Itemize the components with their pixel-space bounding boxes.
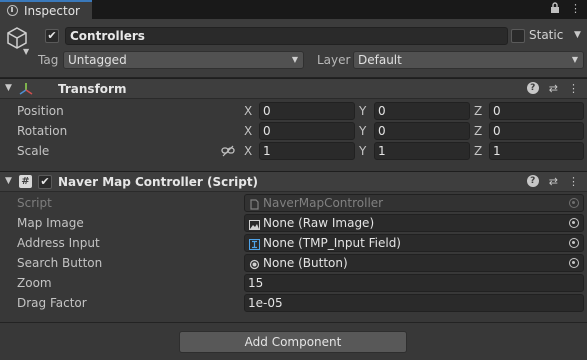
scale-z-field[interactable]: 1 xyxy=(489,142,584,160)
script-field: NaverMapController xyxy=(244,194,584,212)
scale-x-field[interactable]: 1 xyxy=(259,142,355,160)
axis-y-label[interactable]: Y xyxy=(359,124,366,138)
component-enabled-checkbox[interactable]: ✔ xyxy=(38,175,52,189)
preset-icon[interactable]: ⇄ xyxy=(549,82,558,95)
script-component-tools: ? ⇄ ⋮ xyxy=(526,175,579,188)
transform-icon xyxy=(19,82,33,99)
axis-x-label[interactable]: X xyxy=(244,104,252,118)
object-picker-icon[interactable] xyxy=(569,258,579,268)
window-tools: ⋮ xyxy=(550,2,581,16)
script-component-header[interactable]: ▼ # ✔ Naver Map Controller (Script) ? ⇄ … xyxy=(0,171,587,192)
kebab-menu-icon[interactable]: ⋮ xyxy=(568,82,579,95)
position-y-field[interactable]: 0 xyxy=(374,102,470,120)
preset-icon[interactable]: ⇄ xyxy=(549,175,558,188)
axis-z-label[interactable]: Z xyxy=(474,124,482,138)
script-value: NaverMapController xyxy=(263,196,384,210)
axis-x-label[interactable]: X xyxy=(244,124,252,138)
kebab-menu-icon[interactable]: ⋮ xyxy=(568,175,579,188)
object-picker-icon[interactable] xyxy=(569,218,579,228)
add-component-button[interactable]: Add Component xyxy=(179,331,407,353)
tab-inspector-label: Inspector xyxy=(24,3,80,18)
button-component-icon xyxy=(249,258,260,270)
active-checkbox[interactable]: ✔ xyxy=(45,29,59,43)
zoom-field[interactable]: 15 xyxy=(244,274,584,292)
gameobject-name-field[interactable]: Controllers xyxy=(65,27,508,45)
constrain-link-icon[interactable] xyxy=(221,145,235,160)
scale-label: Scale xyxy=(17,144,50,158)
divider xyxy=(0,322,587,323)
position-label: Position xyxy=(17,104,64,118)
axis-y-label[interactable]: Y xyxy=(359,104,366,118)
axis-z-label[interactable]: Z xyxy=(474,144,482,158)
address-input-value: None (TMP_Input Field) xyxy=(263,236,401,250)
info-icon xyxy=(7,5,18,16)
input-field-icon xyxy=(249,238,260,250)
rotation-x-field[interactable]: 0 xyxy=(259,122,355,140)
zoom-label: Zoom xyxy=(17,276,52,290)
help-icon[interactable]: ? xyxy=(526,82,539,94)
foldout-arrow-icon[interactable]: ▼ xyxy=(5,83,12,93)
rotation-label: Rotation xyxy=(17,124,68,138)
help-icon[interactable]: ? xyxy=(526,175,539,187)
position-x-field[interactable]: 0 xyxy=(259,102,355,120)
search-button-label: Search Button xyxy=(17,256,103,270)
drag-factor-label: Drag Factor xyxy=(17,296,87,310)
tag-value: Untagged xyxy=(68,53,127,67)
script-component-title: Naver Map Controller (Script) xyxy=(58,175,259,189)
scale-y-field[interactable]: 1 xyxy=(374,142,470,160)
static-label: Static xyxy=(529,28,564,42)
transform-title: Transform xyxy=(58,82,127,96)
address-input-field[interactable]: None (TMP_Input Field) xyxy=(244,234,584,252)
tag-label: Tag xyxy=(38,53,59,67)
object-picker-icon[interactable] xyxy=(569,238,579,248)
rotation-z-field[interactable]: 0 xyxy=(489,122,584,140)
axis-y-label[interactable]: Y xyxy=(359,144,366,158)
axis-z-label[interactable]: Z xyxy=(474,104,482,118)
map-image-value: None (Raw Image) xyxy=(263,216,375,230)
object-picker-icon xyxy=(569,198,579,208)
drag-factor-field[interactable]: 1e-05 xyxy=(244,294,584,312)
layer-value: Default xyxy=(358,53,402,67)
search-button-field[interactable]: None (Button) xyxy=(244,254,584,272)
foldout-arrow-icon[interactable]: ▼ xyxy=(5,176,12,186)
gameobject-header: ▼ ✔ Controllers Static ▼ Tag Untagged ▼ … xyxy=(0,19,587,78)
lock-icon[interactable] xyxy=(550,2,560,16)
script-file-icon xyxy=(249,198,260,210)
position-z-field[interactable]: 0 xyxy=(489,102,584,120)
static-dropdown-arrow[interactable]: ▼ xyxy=(574,30,581,40)
layer-dropdown[interactable]: Default ▼ xyxy=(353,51,584,69)
kebab-menu-icon[interactable]: ⋮ xyxy=(570,2,581,16)
tab-inspector[interactable]: Inspector xyxy=(0,0,92,19)
layer-label: Layer xyxy=(317,53,351,67)
axis-x-label[interactable]: X xyxy=(244,144,252,158)
search-button-value: None (Button) xyxy=(263,256,348,270)
raw-image-icon xyxy=(249,218,260,230)
chevron-down-icon: ▼ xyxy=(291,55,298,64)
address-input-label: Address Input xyxy=(17,236,100,250)
rotation-y-field[interactable]: 0 xyxy=(374,122,470,140)
tab-bar: Inspector ⋮ xyxy=(0,0,587,19)
script-icon: # xyxy=(19,175,32,188)
script-label: Script xyxy=(17,196,52,210)
map-image-field[interactable]: None (Raw Image) xyxy=(244,214,584,232)
tag-dropdown[interactable]: Untagged ▼ xyxy=(63,51,304,69)
map-image-label: Map Image xyxy=(17,216,84,230)
chevron-down-icon: ▼ xyxy=(571,55,578,64)
static-checkbox[interactable] xyxy=(511,29,525,43)
icon-dropdown-arrow[interactable]: ▼ xyxy=(23,47,29,56)
transform-tools: ? ⇄ ⋮ xyxy=(526,82,579,95)
transform-header[interactable]: ▼ Transform ? ⇄ ⋮ xyxy=(0,78,587,99)
